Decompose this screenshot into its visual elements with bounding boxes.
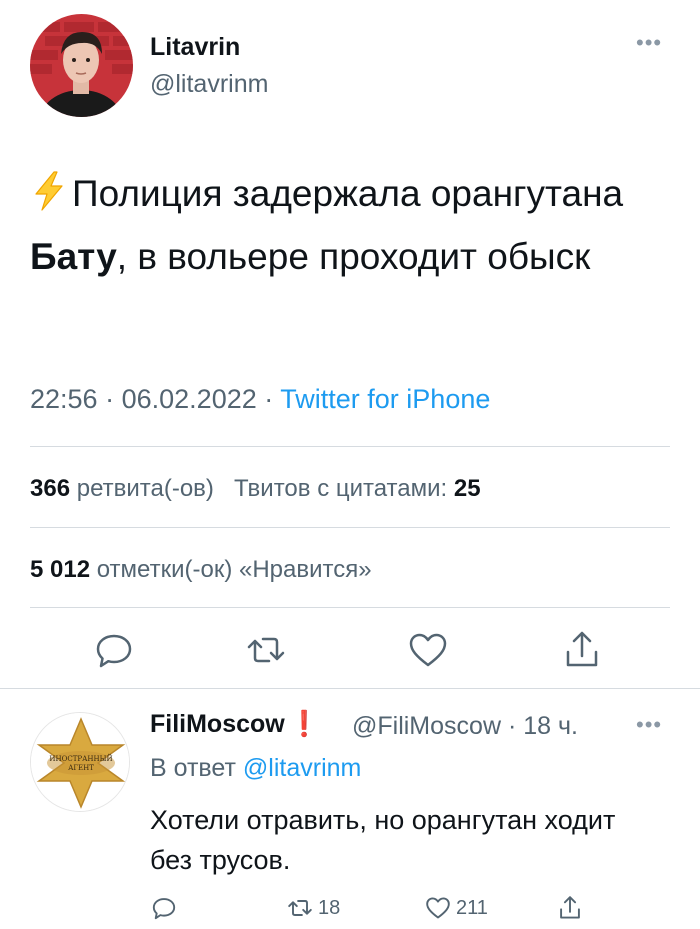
tweet-text-part2: , в вольере проходит обыск [116, 236, 591, 277]
tweet-text: Полиция задержала орангутана Бату, в вол… [30, 162, 670, 288]
reply-avatar[interactable]: ИНОСТРАННЫЙ АГЕНТ [30, 712, 130, 812]
heart-icon[interactable] [406, 628, 450, 672]
author-handle[interactable]: @litavrinm [150, 70, 268, 99]
tweet-meta: 22:56 · 06.02.2022 · Twitter for iPhone [30, 384, 490, 415]
meta-separator: · [264, 384, 274, 414]
retweets-count: 366 [30, 475, 71, 502]
exclamation-icon: ❗ [288, 710, 320, 738]
tweet-text-part1: Полиция задержала орангутана [72, 173, 624, 214]
reply-text: Хотели отравить, но орангутан ходит без … [150, 805, 616, 875]
reply-reply-button[interactable] [150, 893, 178, 923]
reply-share-button[interactable] [556, 893, 584, 923]
reply-author-name-text: FiliMoscow [150, 710, 285, 738]
reply-retweet-button[interactable]: 18 [286, 893, 340, 923]
reply-author-name[interactable]: FiliMoscow ❗ [150, 710, 320, 739]
lightning-bolt-icon [30, 168, 68, 211]
reply-like-count: 211 [456, 896, 488, 919]
heart-icon [426, 897, 450, 919]
author-avatar[interactable] [30, 14, 133, 117]
tweet-source-link[interactable]: Twitter for iPhone [280, 384, 490, 414]
quotes-count: 25 [453, 475, 481, 502]
quotes-label: Твитов с цитатами: [233, 475, 448, 502]
reply-author-handle[interactable]: @FiliMoscow [352, 712, 501, 740]
reply-author-meta: @FiliMoscow · 18 ч. [352, 712, 578, 741]
retweet-icon[interactable] [244, 628, 288, 672]
share-icon [560, 896, 580, 919]
reply-icon[interactable] [92, 628, 136, 672]
meta-separator: · [105, 384, 115, 414]
tweet-time: 22:56 [30, 384, 98, 414]
more-dots-icon[interactable]: ••• [636, 30, 662, 56]
avatar-photo [30, 14, 133, 117]
reply-to-label: В ответ [150, 754, 236, 782]
share-icon[interactable] [560, 628, 604, 672]
divider [30, 527, 670, 528]
reply-like-button[interactable]: 211 [424, 893, 488, 923]
reply-to-mention[interactable]: @litavrinm [243, 754, 361, 782]
badge-text-line2: АГЕНТ [68, 764, 94, 772]
retweet-stats[interactable]: 366 ретвита(-ов) Твитов с цитатами: 25 [30, 475, 481, 503]
meta-separator: · [507, 712, 517, 740]
retweet-icon [288, 900, 312, 916]
reply-time[interactable]: 18 ч. [523, 712, 578, 740]
reply-icon [152, 898, 176, 920]
foreign-agent-badge-icon: ИНОСТРАННЫЙ АГЕНТ [31, 713, 129, 811]
likes-stats[interactable]: 5 012 отметки(-ок) «Нравится» [30, 556, 372, 584]
likes-label: отметки(-ок) «Нравится» [96, 556, 372, 583]
tweet-date: 06.02.2022 [121, 384, 257, 414]
divider [30, 446, 670, 447]
likes-count: 5 012 [30, 556, 91, 583]
reply-retweet-count: 18 [318, 896, 341, 919]
section-divider [0, 688, 700, 689]
author-name[interactable]: Litavrin [150, 33, 240, 62]
retweets-label: ретвита(-ов) [76, 475, 214, 502]
more-dots-icon[interactable]: ••• [636, 712, 662, 738]
divider [30, 607, 670, 608]
reply-to-line: В ответ @litavrinm [150, 754, 361, 783]
badge-text-line1: ИНОСТРАННЫЙ [49, 754, 112, 763]
tweet-text-bold: Бату [30, 236, 117, 277]
